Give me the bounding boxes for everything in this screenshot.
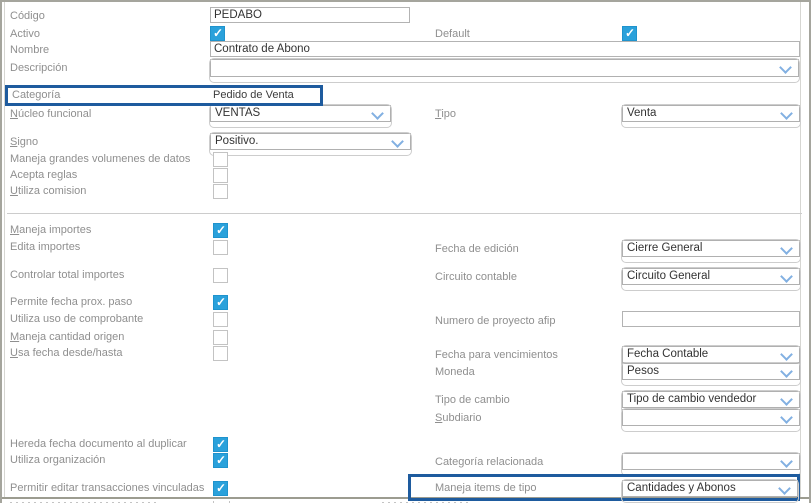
activo-label: Activo: [10, 28, 40, 40]
moneda-select[interactable]: Pesos: [621, 362, 801, 386]
utiliza-organizacion-label: Utiliza organización: [10, 454, 106, 466]
fecha-para-vencimientos-label: Fecha para vencimientos: [435, 349, 558, 361]
moneda-value: Pesos: [627, 365, 659, 377]
acepta-reglas-checkbox[interactable]: [213, 168, 228, 183]
categoria-relacionada-select[interactable]: [621, 452, 801, 476]
signo-value: Positivo.: [215, 135, 259, 147]
nucleo-funcional-value: VENTAS: [215, 107, 261, 119]
default-checkbox[interactable]: [622, 26, 637, 41]
maneja-importes-checkbox[interactable]: [213, 223, 228, 238]
numero-proyecto-afip-label: Numero de proyecto afip: [435, 315, 556, 327]
numero-proyecto-afip-input[interactable]: [622, 311, 800, 327]
controlar-total-importes-checkbox[interactable]: [213, 268, 228, 283]
maneja-grandes-volumenes-checkbox[interactable]: [213, 152, 228, 167]
maneja-items-de-tipo-value: Cantidades y Abonos: [627, 482, 736, 494]
tipo-label: Tipo: [435, 108, 456, 120]
usa-fecha-desde-hasta-label: Usa fecha desde/hasta: [10, 347, 123, 359]
permitir-editar-transacciones-checkbox[interactable]: [213, 481, 228, 496]
utiliza-comision-checkbox[interactable]: [213, 184, 228, 199]
maneja-items-de-tipo-label: Maneja items de tipo: [435, 482, 537, 494]
utiliza-comision-label: Utiliza comision: [10, 185, 87, 197]
permite-fecha-prox-paso-label: Permite fecha prox. paso: [10, 296, 133, 308]
maneja-cantidad-origen-checkbox[interactable]: [213, 330, 228, 345]
moneda-label: Moneda: [435, 366, 475, 378]
categoria-value: Pedido de Venta: [213, 89, 294, 101]
chevron-down-icon: [780, 411, 793, 424]
chevron-down-icon: [371, 107, 384, 120]
codigo-input[interactable]: [210, 7, 410, 23]
inner-right-border: [800, 2, 801, 498]
activo-checkbox[interactable]: [210, 26, 225, 41]
nucleo-funcional-select[interactable]: VENTAS: [209, 104, 392, 128]
tipo-value: Venta: [627, 107, 657, 119]
tipo-de-cambio-label: Tipo de cambio: [435, 394, 510, 406]
chevron-down-icon: [780, 242, 793, 255]
fecha-para-vencimientos-select[interactable]: Fecha Contable: [621, 345, 801, 369]
chevron-down-icon: [780, 455, 793, 468]
circuito-contable-value: Circuito General: [627, 270, 711, 282]
descripcion-label: Descripción: [10, 62, 68, 74]
permite-fecha-prox-paso-checkbox[interactable]: [213, 295, 228, 310]
subdiario-label: Subdiario: [435, 412, 482, 424]
usa-fecha-desde-hasta-checkbox[interactable]: [213, 346, 228, 361]
chevron-down-icon: [780, 270, 793, 283]
utiliza-uso-comprobante-label: Utiliza uso de comprobante: [10, 313, 144, 325]
permitir-editar-transacciones-label: Permitir editar transacciones vinculadas: [10, 482, 205, 494]
chevron-down-icon: [779, 61, 792, 74]
nucleo-funcional-label: Núcleo funcional: [10, 108, 92, 120]
chevron-down-icon: [780, 393, 793, 406]
chevron-down-icon: [780, 348, 793, 361]
circuito-contable-select[interactable]: Circuito General: [621, 267, 801, 291]
fecha-de-edicion-label: Fecha de edición: [435, 243, 519, 255]
chevron-down-icon: [391, 135, 404, 148]
signo-label: Signo: [10, 136, 39, 148]
maneja-items-de-tipo-select[interactable]: Cantidades y Abonos: [621, 479, 799, 503]
edita-importes-label: Edita importes: [10, 241, 81, 253]
maneja-cantidad-origen-label: Maneja cantidad origen: [10, 331, 125, 343]
nombre-label: Nombre: [10, 44, 50, 56]
fecha-de-edicion-value: Cierre General: [627, 242, 703, 254]
tipo-de-cambio-value: Tipo de cambio vendedor: [627, 393, 757, 405]
fecha-para-vencimientos-value: Fecha Contable: [627, 348, 709, 360]
signo-select[interactable]: Positivo.: [209, 132, 412, 156]
descripcion-select[interactable]: [209, 58, 800, 83]
utiliza-organizacion-checkbox[interactable]: [213, 453, 228, 468]
tipo-de-cambio-select[interactable]: Tipo de cambio vendedor: [621, 390, 801, 414]
codigo-label: Código: [10, 10, 45, 22]
controlar-total-importes-label: Controlar total importes: [10, 269, 125, 281]
nombre-input[interactable]: [210, 41, 800, 57]
utiliza-uso-comprobante-checkbox[interactable]: [213, 312, 228, 327]
hereda-fecha-documento-label: Hereda fecha documento al duplicar: [10, 438, 187, 450]
acepta-reglas-label: Acepta reglas: [10, 169, 78, 181]
subdiario-select[interactable]: [621, 408, 801, 432]
maneja-importes-label: Maneja importes: [10, 224, 92, 236]
categoria-label: Categoría: [12, 89, 61, 101]
chevron-down-icon: [780, 107, 793, 120]
circuito-contable-label: Circuito contable: [435, 271, 517, 283]
hereda-fecha-documento-checkbox[interactable]: [213, 437, 228, 452]
chevron-down-icon: [778, 482, 791, 495]
fecha-de-edicion-select[interactable]: Cierre General: [621, 239, 801, 263]
default-label: Default: [435, 28, 470, 40]
tipo-select[interactable]: Venta: [621, 104, 801, 128]
edita-importes-checkbox[interactable]: [213, 240, 228, 255]
categoria-relacionada-label: Categoría relacionada: [435, 456, 544, 468]
chevron-down-icon: [780, 365, 793, 378]
maneja-grandes-volumenes-label: Maneja grandes volumenes de datos: [10, 153, 191, 165]
inner-left-border: [4, 2, 5, 498]
section-divider: [7, 213, 802, 214]
form-panel: Código Activo Default Nombre Descripción…: [0, 0, 811, 503]
